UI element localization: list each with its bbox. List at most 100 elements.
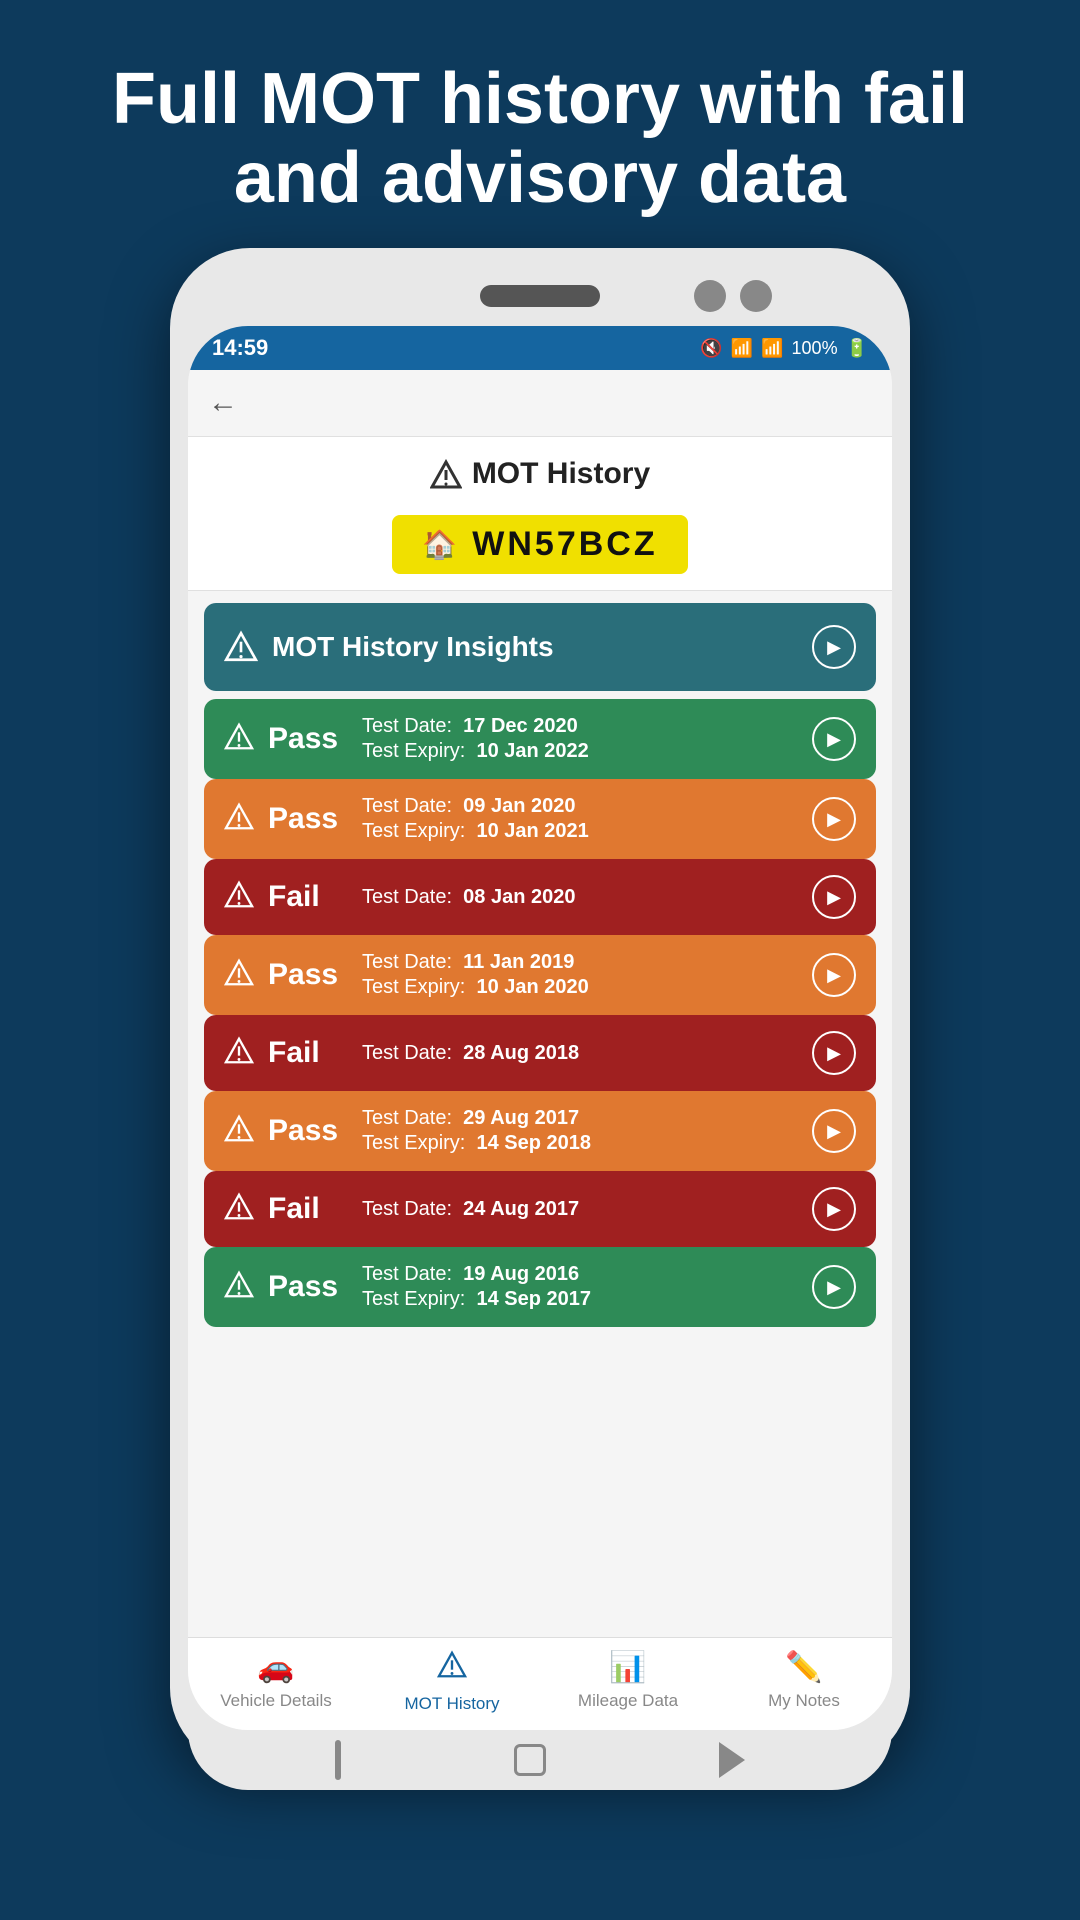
insights-play-button[interactable]: ▶	[812, 625, 856, 669]
expiry-date-line: Test Expiry: 10 Jan 2022	[362, 740, 589, 763]
test-date-line: Test Date: 08 Jan 2020	[362, 886, 575, 909]
mot-hazard-icon	[224, 1192, 254, 1227]
mot-row-play-button[interactable]: ▶	[812, 1109, 856, 1153]
phone-top-bar	[188, 266, 892, 326]
mot-row-left: Pass Test Date: 17 Dec 2020Test Expiry: …	[224, 715, 589, 763]
nav-vehicle-details[interactable]: 🚗 Vehicle Details	[188, 1650, 364, 1714]
mot-row-play-button[interactable]: ▶	[812, 953, 856, 997]
mot-row-play-button[interactable]: ▶	[812, 717, 856, 761]
mot-result-label: Pass	[268, 802, 348, 836]
phone-camera-2	[740, 280, 772, 312]
mot-result-label: Pass	[268, 722, 348, 756]
test-date-line: Test Date: 24 Aug 2017	[362, 1198, 579, 1221]
wifi-icon: 📶	[731, 338, 753, 359]
test-date-line: Test Date: 17 Dec 2020	[362, 715, 589, 738]
hazard-icon-title	[430, 457, 462, 491]
mot-hazard-icon	[224, 880, 254, 915]
battery-icon: 🔋	[846, 338, 868, 359]
mot-dates: Test Date: 28 Aug 2018	[362, 1042, 579, 1065]
insights-card[interactable]: MOT History Insights ▶	[204, 603, 876, 691]
nav-vehicle-details-label: Vehicle Details	[220, 1691, 332, 1711]
mute-icon: 🔇	[700, 338, 722, 359]
mot-hazard-icon	[224, 1114, 254, 1149]
mot-hazard-icon	[224, 802, 254, 837]
mot-row[interactable]: Pass Test Date: 09 Jan 2020Test Expiry: …	[204, 779, 876, 859]
mot-hazard-icon	[224, 958, 254, 993]
mot-row[interactable]: Fail Test Date: 24 Aug 2017 ▶	[204, 1171, 876, 1247]
mot-row-left: Pass Test Date: 19 Aug 2016Test Expiry: …	[224, 1263, 591, 1311]
expiry-date-line: Test Expiry: 10 Jan 2021	[362, 820, 589, 843]
mot-row[interactable]: Fail Test Date: 08 Jan 2020 ▶	[204, 859, 876, 935]
phone-nav-pill	[335, 1740, 341, 1780]
mot-row[interactable]: Pass Test Date: 29 Aug 2017Test Expiry: …	[204, 1091, 876, 1171]
test-date-line: Test Date: 11 Jan 2019	[362, 951, 589, 974]
mot-result-label: Pass	[268, 1114, 348, 1148]
signal-icon: 📶	[761, 338, 783, 359]
mot-result-label: Fail	[268, 1192, 348, 1226]
page-title: MOT History	[188, 457, 892, 491]
page-title-text: MOT History	[472, 457, 650, 491]
status-bar: 14:59 🔇 📶 📶 100% 🔋	[188, 326, 892, 370]
app-content: ← MOT History 🏠	[188, 370, 892, 1730]
mot-dates: Test Date: 19 Aug 2016Test Expiry: 14 Se…	[362, 1263, 591, 1311]
headline: Full MOT history with fail and advisory …	[0, 0, 1080, 248]
mot-row[interactable]: Pass Test Date: 17 Dec 2020Test Expiry: …	[204, 699, 876, 779]
plate-badge: 🏠 WN57BCZ	[392, 515, 687, 574]
test-date-line: Test Date: 09 Jan 2020	[362, 795, 589, 818]
mot-dates: Test Date: 24 Aug 2017	[362, 1198, 579, 1221]
insights-title: MOT History Insights	[272, 631, 554, 663]
nav-mot-history-label: MOT History	[404, 1694, 499, 1714]
phone-screen: 14:59 🔇 📶 📶 100% 🔋 ←	[188, 326, 892, 1730]
expiry-date-line: Test Expiry: 14 Sep 2018	[362, 1132, 591, 1155]
mot-row-play-button[interactable]: ▶	[812, 1187, 856, 1231]
status-icons: 🔇 📶 📶 100% 🔋	[700, 338, 868, 359]
phone-bottom-bar	[188, 1730, 892, 1790]
phone-cameras	[694, 280, 772, 312]
mot-row-left: Pass Test Date: 29 Aug 2017Test Expiry: …	[224, 1107, 591, 1155]
mot-result-label: Pass	[268, 958, 348, 992]
mot-dates: Test Date: 29 Aug 2017Test Expiry: 14 Se…	[362, 1107, 591, 1155]
mot-row-play-button[interactable]: ▶	[812, 875, 856, 919]
back-bar: ←	[188, 370, 892, 437]
mot-row-left: Fail Test Date: 24 Aug 2017	[224, 1192, 579, 1227]
mot-result-label: Pass	[268, 1270, 348, 1304]
phone-nav-square	[514, 1744, 546, 1776]
mot-dates: Test Date: 08 Jan 2020	[362, 886, 575, 909]
expiry-date-line: Test Expiry: 14 Sep 2017	[362, 1288, 591, 1311]
mot-result-label: Fail	[268, 1036, 348, 1070]
phone-nav-tri	[719, 1742, 745, 1778]
phone-speaker	[480, 285, 600, 307]
nav-hazard-icon	[437, 1650, 467, 1688]
bottom-nav: 🚗 Vehicle Details MOT History 📊	[188, 1637, 892, 1730]
insights-hazard-icon	[224, 630, 258, 664]
mot-hazard-icon	[224, 1270, 254, 1305]
mot-row-play-button[interactable]: ▶	[812, 797, 856, 841]
mot-row-play-button[interactable]: ▶	[812, 1031, 856, 1075]
mot-hazard-icon	[224, 1036, 254, 1071]
mot-dates: Test Date: 11 Jan 2019Test Expiry: 10 Ja…	[362, 951, 589, 999]
chart-icon: 📊	[609, 1650, 646, 1685]
test-date-line: Test Date: 29 Aug 2017	[362, 1107, 591, 1130]
mot-row-left: Fail Test Date: 28 Aug 2018	[224, 1036, 579, 1071]
phone-shell: 14:59 🔇 📶 📶 100% 🔋 ←	[170, 248, 910, 1768]
nav-notes-label: My Notes	[768, 1691, 840, 1711]
mot-hazard-icon	[224, 722, 254, 757]
battery-text: 100%	[792, 338, 838, 359]
test-date-line: Test Date: 28 Aug 2018	[362, 1042, 579, 1065]
mot-row-play-button[interactable]: ▶	[812, 1265, 856, 1309]
mot-row[interactable]: Pass Test Date: 11 Jan 2019Test Expiry: …	[204, 935, 876, 1015]
mot-row-left: Pass Test Date: 11 Jan 2019Test Expiry: …	[224, 951, 589, 999]
back-button[interactable]: ←	[208, 386, 238, 419]
mot-result-label: Fail	[268, 880, 348, 914]
mot-dates: Test Date: 17 Dec 2020Test Expiry: 10 Ja…	[362, 715, 589, 763]
mot-row[interactable]: Pass Test Date: 19 Aug 2016Test Expiry: …	[204, 1247, 876, 1327]
nav-mileage-data[interactable]: 📊 Mileage Data	[540, 1650, 716, 1714]
plate-icon: 🏠	[422, 528, 460, 561]
mot-list: Pass Test Date: 17 Dec 2020Test Expiry: …	[204, 699, 876, 1327]
status-time: 14:59	[212, 335, 268, 361]
mot-row[interactable]: Fail Test Date: 28 Aug 2018 ▶	[204, 1015, 876, 1091]
nav-my-notes[interactable]: ✏️ My Notes	[716, 1650, 892, 1714]
mot-row-left: Pass Test Date: 09 Jan 2020Test Expiry: …	[224, 795, 589, 843]
nav-mot-history[interactable]: MOT History	[364, 1650, 540, 1714]
list-area: MOT History Insights ▶ Pass Test Date: 1…	[188, 591, 892, 1637]
